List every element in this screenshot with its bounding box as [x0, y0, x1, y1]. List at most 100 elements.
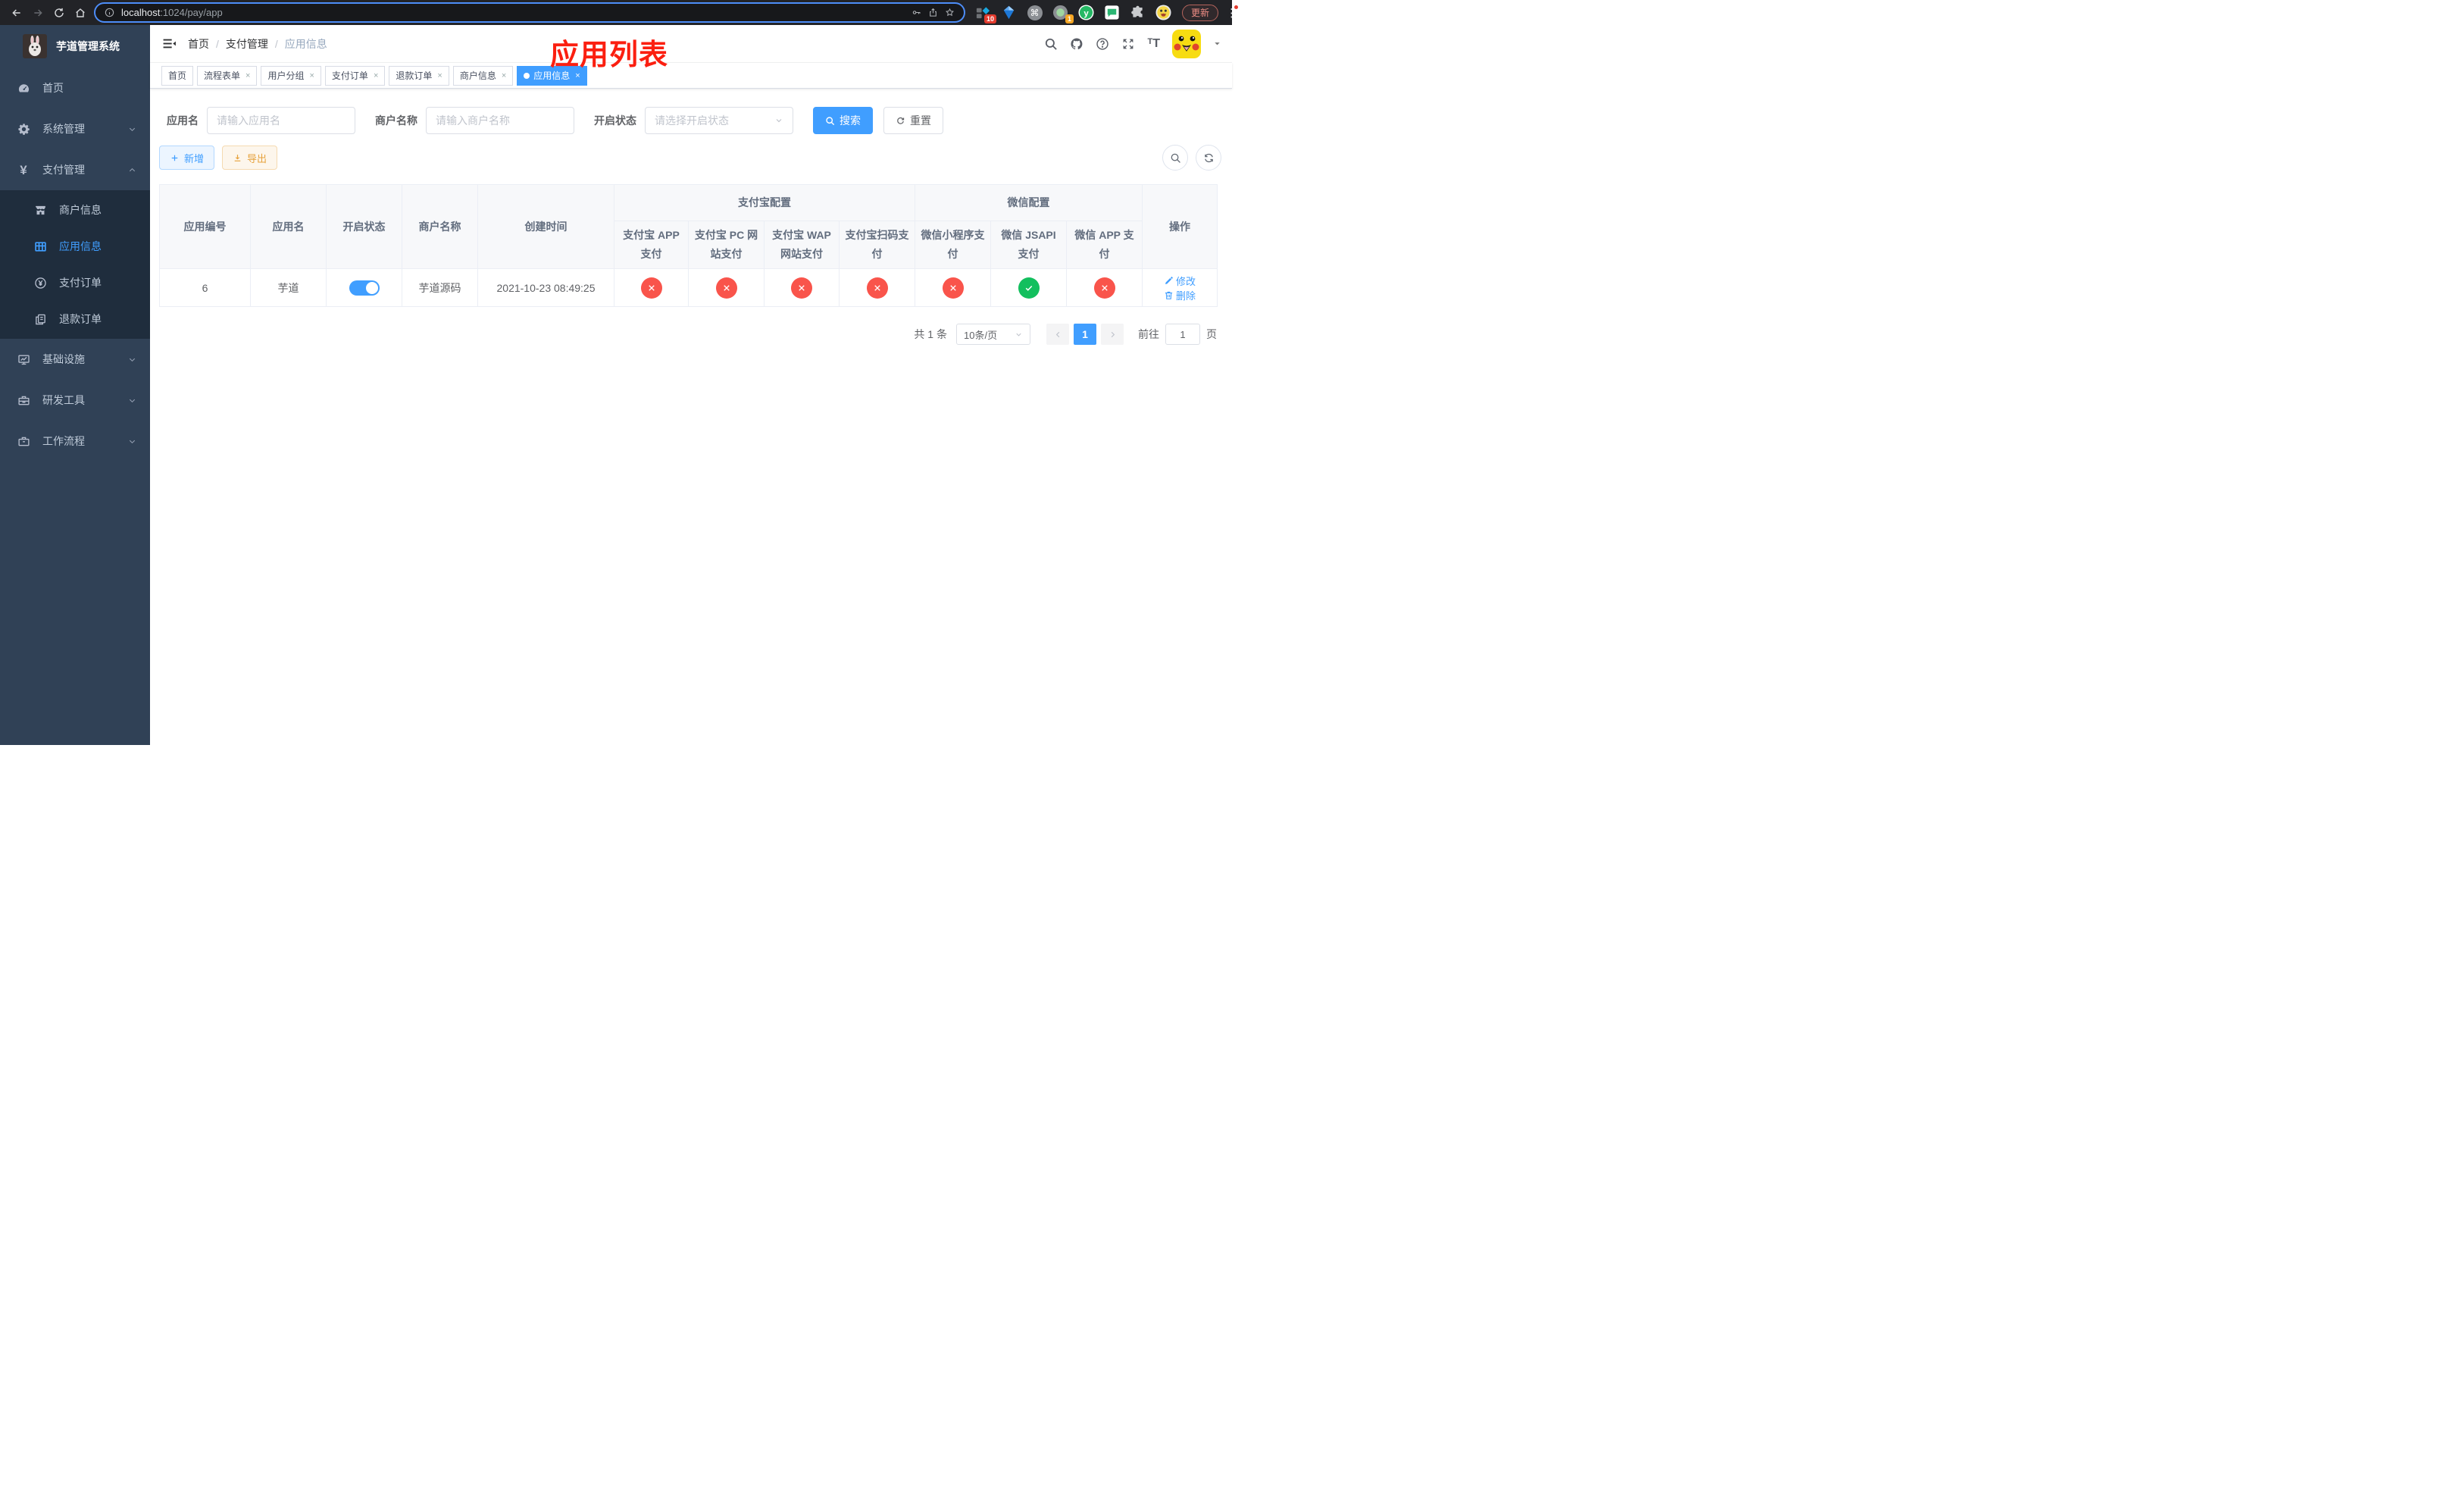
tab-merchant-info[interactable]: 商户信息 ×: [452, 65, 514, 86]
filter-app-name-label: 应用名: [167, 114, 199, 127]
fullscreen-icon[interactable]: [1121, 37, 1135, 51]
enabled-toggle[interactable]: [349, 280, 380, 296]
browser-menu-icon[interactable]: ⋮: [1226, 5, 1239, 20]
merchant-name-input[interactable]: 请输入商户名称: [426, 107, 574, 134]
url-bar[interactable]: localhost:1024/pay/app: [94, 2, 965, 23]
cell-channel-status: [990, 268, 1067, 308]
shop-icon: [32, 204, 48, 217]
hamburger-icon[interactable]: [150, 25, 188, 62]
app-name-input[interactable]: 请输入应用名: [207, 107, 355, 134]
sidebar-item-refund-order[interactable]: 退款订单: [0, 301, 150, 337]
browser-forward-icon[interactable]: [27, 3, 48, 23]
sidebar-item-pay-order[interactable]: 支付订单: [0, 265, 150, 301]
extension-chat-icon[interactable]: [1104, 5, 1120, 20]
page-size-select[interactable]: 10条/页: [956, 324, 1030, 346]
add-button[interactable]: 新增: [159, 146, 215, 170]
delete-icon: [1164, 290, 1174, 300]
tab-user-group[interactable]: 用户分组 ×: [261, 65, 321, 86]
goto-page-input[interactable]: [1165, 324, 1200, 346]
delete-link[interactable]: 删除: [1164, 288, 1196, 302]
app-logo[interactable]: 芋道管理系统: [0, 25, 150, 67]
sidebar-item-workflow[interactable]: 工作流程: [0, 421, 150, 462]
extension-grid-diamond-icon[interactable]: 10: [975, 5, 996, 23]
search-button[interactable]: 搜索: [813, 107, 873, 134]
password-key-icon[interactable]: [911, 8, 921, 17]
prev-page-button[interactable]: [1046, 324, 1069, 346]
table-toolbar: 新增 导出: [159, 145, 1223, 171]
yen-icon: ¥: [20, 162, 27, 177]
filter-form: 应用名 请输入应用名 商户名称 请输入商户名称 开启状态 请选择开启状态 搜索 …: [167, 107, 1223, 134]
filter-merchant-label: 商户名称: [375, 114, 417, 127]
sidebar-item-dev-tools[interactable]: 研发工具: [0, 380, 150, 421]
help-icon[interactable]: [1096, 37, 1109, 51]
sidebar-item-system[interactable]: 系统管理: [0, 108, 150, 149]
sidebar-item-app-info[interactable]: 应用信息: [0, 228, 150, 265]
column-group-header: 微信配置: [914, 184, 1143, 221]
sidebar-item-merchant-info[interactable]: 商户信息: [0, 192, 150, 228]
browser-reload-icon[interactable]: [48, 3, 70, 23]
cell-channel-status: [614, 268, 689, 308]
extensions-puzzle-icon[interactable]: [1130, 5, 1146, 20]
tab-pay-order[interactable]: 支付订单 ×: [324, 65, 386, 86]
edit-icon: [1164, 276, 1174, 286]
header-search-icon[interactable]: [1044, 37, 1058, 51]
breadcrumb-item[interactable]: 支付管理: [226, 36, 268, 52]
extension-y-icon[interactable]: y: [1078, 5, 1094, 20]
extension-command-icon[interactable]: ⌘: [1027, 5, 1043, 20]
sidebar-item-payment[interactable]: ¥ 支付管理: [0, 149, 150, 190]
chevron-down-icon: [128, 396, 136, 405]
cell-created-at: 2021-10-23 08:49:25: [477, 268, 614, 308]
breadcrumb-item[interactable]: 首页: [188, 36, 209, 52]
user-menu-caret-icon[interactable]: [1213, 39, 1221, 48]
sidebar-item-home[interactable]: 首页: [0, 67, 150, 108]
page-content: 应用名 请输入应用名 商户名称 请输入商户名称 开启状态 请选择开启状态 搜索 …: [150, 89, 1232, 745]
close-tab-icon[interactable]: ×: [502, 71, 506, 80]
tab-home[interactable]: 首页: [161, 65, 194, 86]
edit-link[interactable]: 修改: [1164, 274, 1196, 288]
cell-channel-status: [839, 268, 915, 308]
next-page-button[interactable]: [1101, 324, 1124, 346]
tab-process-form[interactable]: 流程表单 ×: [197, 65, 258, 86]
github-icon[interactable]: [1070, 37, 1083, 51]
column-header: 应用名: [250, 183, 327, 270]
cell-app-name: 芋道: [250, 268, 327, 308]
browser-home-icon[interactable]: [70, 3, 91, 23]
channel-column-header: 支付宝 PC 网站支付: [688, 220, 765, 270]
close-tab-icon[interactable]: ×: [245, 71, 250, 80]
chrome-update-button[interactable]: 更新: [1182, 4, 1219, 21]
goto-page: 前往 页: [1138, 324, 1217, 346]
channel-column-header: 支付宝 WAP 网站支付: [764, 220, 840, 270]
site-info-icon[interactable]: [105, 8, 114, 17]
close-tab-icon[interactable]: ×: [374, 71, 378, 80]
browser-back-icon[interactable]: [6, 3, 27, 23]
column-header: 创建时间: [477, 183, 614, 270]
sidebar-item-infrastructure[interactable]: 基础设施: [0, 339, 150, 380]
tab-refund-order[interactable]: 退款订单 ×: [389, 65, 449, 86]
column-header: 开启状态: [326, 183, 402, 270]
toggle-search-button[interactable]: [1162, 145, 1188, 171]
share-icon[interactable]: [928, 8, 938, 17]
breadcrumb-separator: /: [216, 37, 219, 50]
extension-recorder-icon[interactable]: 1: [1052, 5, 1074, 23]
profile-avatar-icon[interactable]: [1155, 5, 1171, 20]
chevron-down-icon: [1015, 330, 1023, 339]
font-size-icon[interactable]: TT: [1147, 37, 1160, 51]
close-tab-icon[interactable]: ×: [309, 71, 314, 80]
extension-gem-icon[interactable]: [1001, 5, 1017, 20]
status-select[interactable]: 请选择开启状态: [645, 107, 793, 134]
close-tab-icon[interactable]: ×: [437, 71, 442, 80]
tab-label: 商户信息: [459, 70, 496, 81]
reset-button[interactable]: 重置: [883, 107, 943, 134]
status-disabled-icon: [1093, 277, 1115, 299]
export-button[interactable]: 导出: [222, 146, 278, 170]
sidebar: 芋道管理系统 首页系统管理 ¥ 支付管理 商户信息 应用信息 支付订单 退款订单 基础设施 研发…: [0, 25, 150, 745]
refresh-button[interactable]: [1196, 145, 1221, 171]
channel-column-header: 支付宝 APP 支付: [614, 220, 689, 270]
action-label: 删除: [1176, 290, 1196, 302]
user-avatar[interactable]: [1172, 29, 1201, 58]
app-title: 芋道管理系统: [56, 40, 120, 52]
sidebar-item-label: 系统管理: [42, 123, 85, 135]
page-number-button[interactable]: 1: [1074, 324, 1096, 346]
url-text: localhost:1024/pay/app: [121, 7, 223, 18]
bookmark-star-icon[interactable]: [945, 8, 955, 17]
